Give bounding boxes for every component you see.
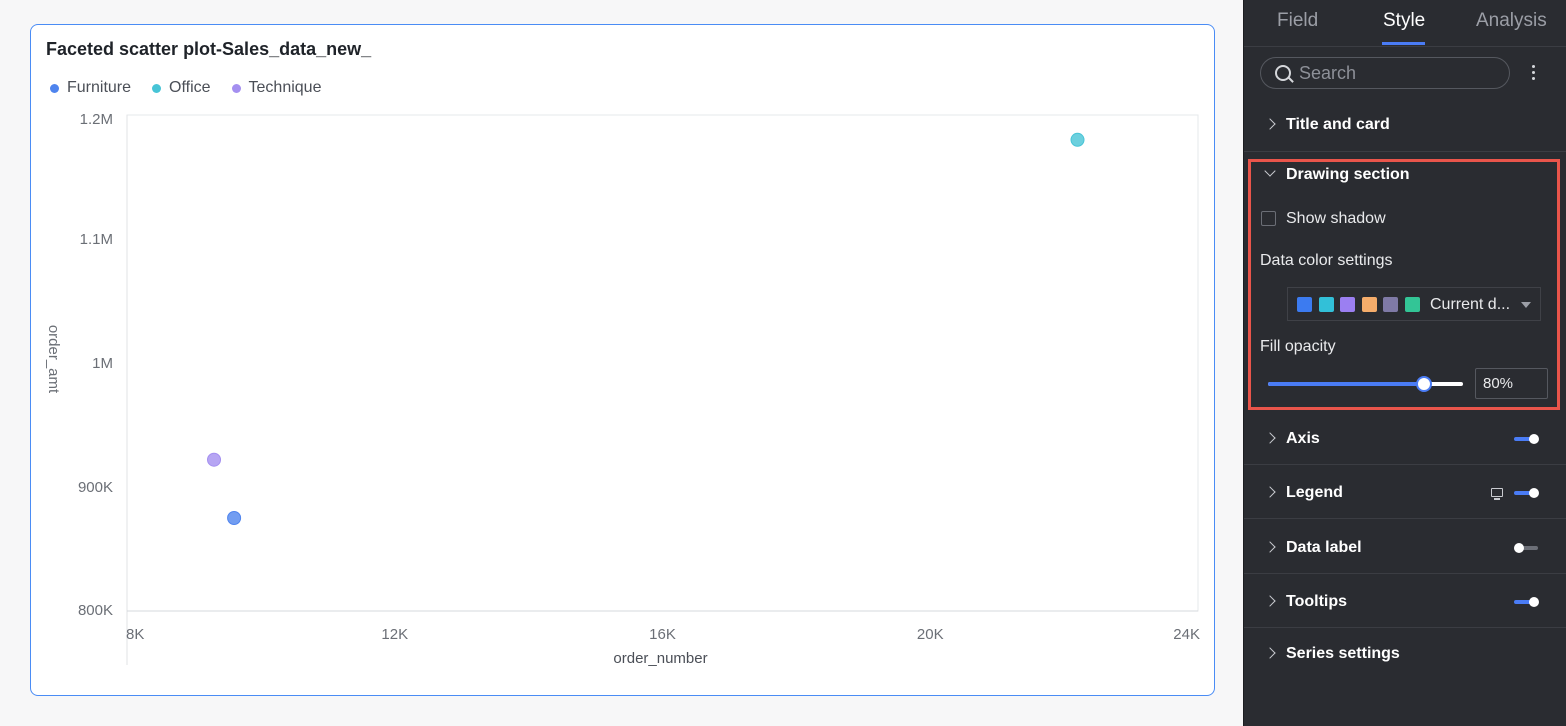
section-label: Tooltips <box>1286 593 1348 610</box>
slider-handle[interactable] <box>1416 376 1432 392</box>
section-label: Data label <box>1286 539 1362 556</box>
chevron-right-icon <box>1264 118 1276 130</box>
section-data-label[interactable]: Data label <box>1244 520 1566 574</box>
search-box[interactable] <box>1260 57 1510 89</box>
section-axis[interactable]: Axis <box>1244 411 1566 465</box>
tooltips-toggle[interactable] <box>1514 597 1540 607</box>
color-swatch <box>1405 297 1420 312</box>
data-label-toggle[interactable] <box>1514 543 1540 553</box>
y-axis-label: order_amt <box>45 325 62 394</box>
caret-down-icon <box>1521 302 1531 308</box>
color-scheme-value: Current d... <box>1430 296 1511 313</box>
section-series-settings[interactable]: Series settings <box>1244 628 1566 682</box>
scatter-point-office <box>1070 132 1085 147</box>
slider-fill <box>1268 382 1424 386</box>
scatter-plot[interactable]: 8K 12K 16K 20K 24K 800K 900K 1M 1.1M 1.2M order_nu… <box>31 25 1216 697</box>
plot-frame <box>126 114 1199 612</box>
color-scheme-select[interactable]: Current d... <box>1287 287 1541 321</box>
section-label: Series settings <box>1286 645 1400 662</box>
chevron-right-icon <box>1264 432 1276 444</box>
section-label: Axis <box>1286 430 1320 447</box>
monitor-icon[interactable] <box>1491 488 1503 500</box>
fill-opacity-slider[interactable] <box>1268 374 1463 394</box>
x-tick-label: 16K <box>649 626 676 643</box>
section-legend[interactable]: Legend <box>1244 465 1566 519</box>
y-tick-label: 1M <box>92 355 113 372</box>
scatter-point-technique <box>207 452 222 467</box>
legend-toggle[interactable] <box>1514 488 1540 498</box>
x-tick-label: 24K <box>1173 626 1200 643</box>
x-tick-label: 20K <box>917 626 944 643</box>
x-tick-label: 8K <box>126 626 144 643</box>
more-options-icon[interactable] <box>1530 62 1536 84</box>
data-color-settings-label: Data color settings <box>1260 252 1393 269</box>
color-swatch <box>1383 297 1398 312</box>
chevron-right-icon <box>1264 595 1276 607</box>
chevron-right-icon <box>1264 486 1276 498</box>
y-tick-label: 900K <box>78 479 113 496</box>
section-label: Title and card <box>1286 116 1390 133</box>
search-input[interactable] <box>1299 62 1499 84</box>
chevron-right-icon <box>1264 647 1276 659</box>
section-drawing-label[interactable]: Drawing section <box>1286 166 1410 184</box>
search-icon <box>1275 65 1291 81</box>
tab-field[interactable]: Field <box>1277 10 1318 32</box>
color-swatch <box>1297 297 1312 312</box>
tab-analysis[interactable]: Analysis <box>1476 10 1547 32</box>
scatter-point-furniture <box>227 511 242 525</box>
fill-opacity-input[interactable]: 80% <box>1475 368 1548 399</box>
panel-tabs: Field Style Analysis <box>1244 0 1566 46</box>
color-swatch <box>1362 297 1377 312</box>
fill-opacity-label: Fill opacity <box>1260 338 1336 355</box>
x-tick-label: 12K <box>381 626 408 643</box>
color-swatch <box>1340 297 1355 312</box>
style-panel: Field Style Analysis Title and card Draw… <box>1243 0 1566 726</box>
section-tooltips[interactable]: Tooltips <box>1244 574 1566 628</box>
section-title-and-card[interactable]: Title and card <box>1244 98 1566 152</box>
tab-style[interactable]: Style <box>1383 10 1425 32</box>
axis-toggle[interactable] <box>1514 434 1540 444</box>
show-shadow-label: Show shadow <box>1286 210 1386 227</box>
active-tab-indicator <box>1382 42 1425 45</box>
x-axis-label: order_number <box>613 650 707 667</box>
divider <box>1244 46 1566 47</box>
show-shadow-checkbox[interactable] <box>1261 211 1276 226</box>
chevron-right-icon <box>1264 541 1276 553</box>
y-tick-label: 1.1M <box>80 231 113 248</box>
y-tick-label: 1.2M <box>80 111 113 128</box>
color-swatch <box>1319 297 1334 312</box>
section-label: Legend <box>1286 484 1343 501</box>
chart-card[interactable]: Faceted scatter plot-Sales_data_new_ Fur… <box>30 24 1215 696</box>
y-tick-label: 800K <box>78 602 113 619</box>
